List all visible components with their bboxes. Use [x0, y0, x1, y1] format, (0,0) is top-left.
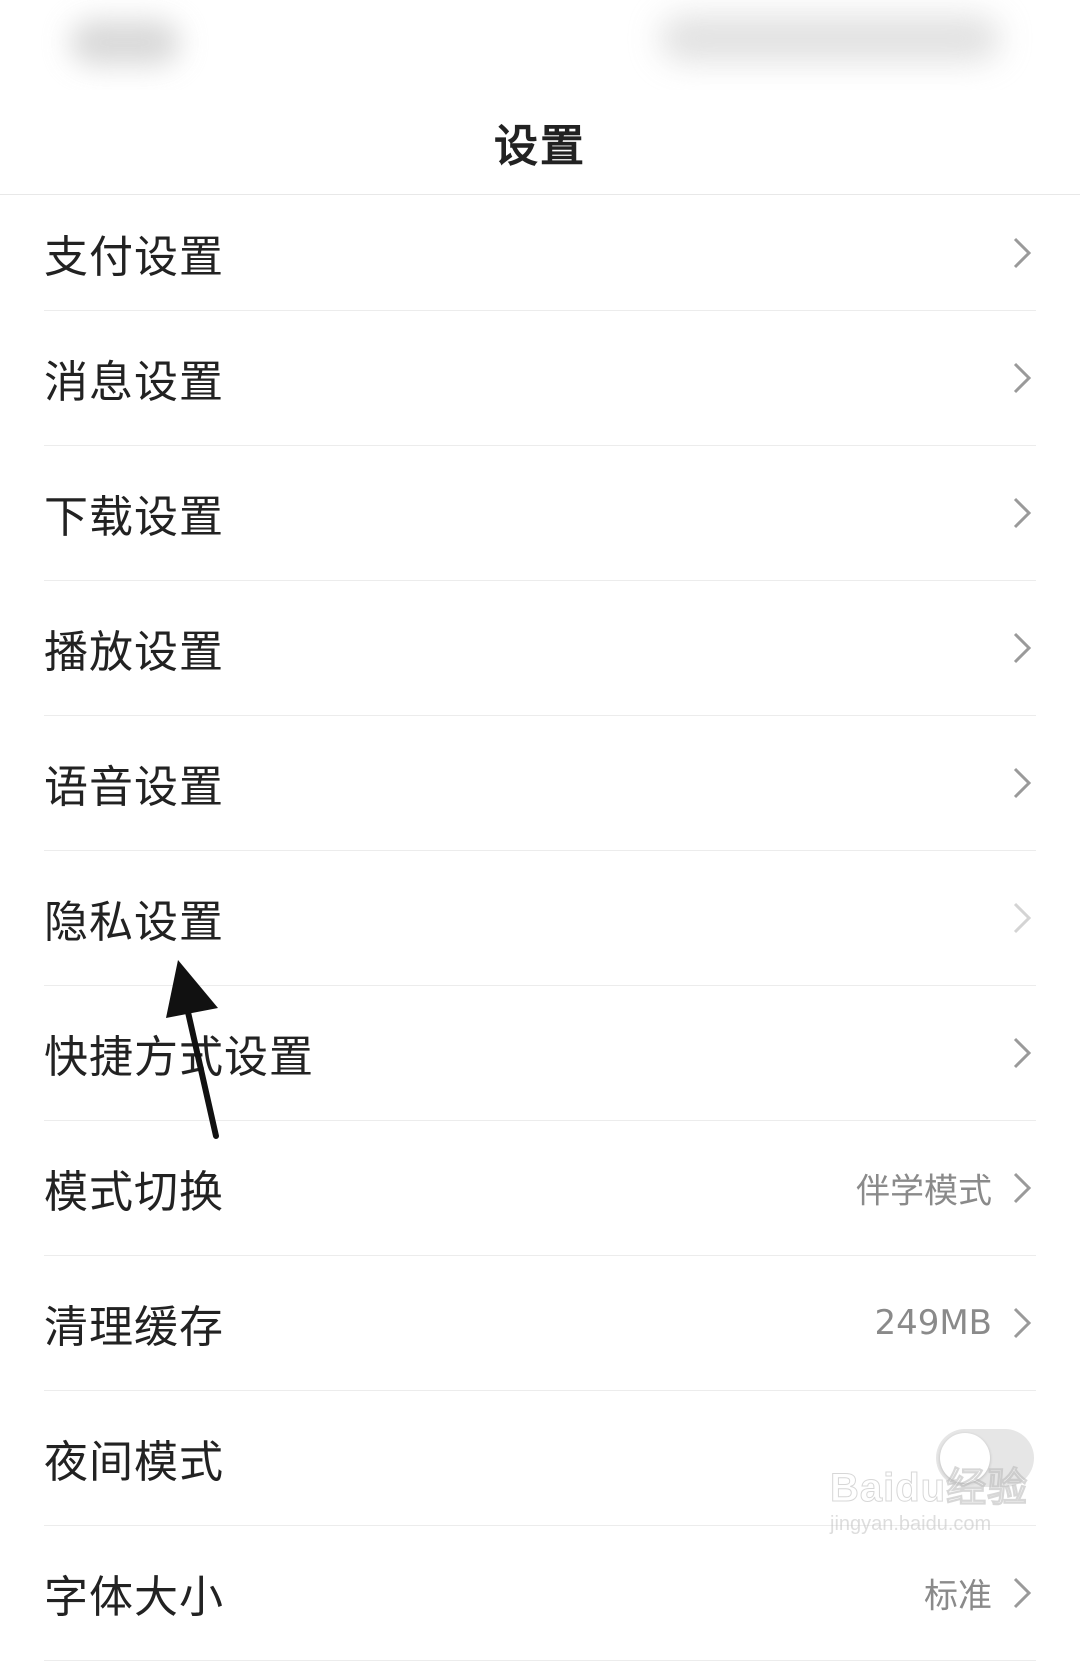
status-time-blurred — [70, 20, 180, 65]
settings-item-download[interactable]: 下载设置 — [44, 446, 1036, 581]
settings-item-label: 消息设置 — [44, 357, 224, 408]
watermark-logo: Baidu经验 — [829, 1466, 1029, 1511]
settings-item-label: 字体大小 — [44, 1572, 224, 1623]
settings-item-label: 清理缓存 — [44, 1302, 224, 1353]
chevron-right-icon — [1012, 361, 1032, 395]
cache-size-value: 249MB — [874, 1303, 992, 1343]
settings-item-label: 隐私设置 — [44, 897, 224, 948]
settings-item-message[interactable]: 消息设置 — [44, 311, 1036, 446]
font-size-value: 标准 — [924, 1576, 992, 1617]
settings-item-label: 模式切换 — [44, 1167, 224, 1218]
settings-item-label: 语音设置 — [44, 762, 224, 813]
settings-item-label: 夜间模式 — [44, 1437, 224, 1488]
chevron-right-icon — [1012, 236, 1032, 270]
settings-item-payment[interactable]: 支付设置 — [44, 195, 1036, 311]
settings-item-voice[interactable]: 语音设置 — [44, 716, 1036, 851]
chevron-right-icon — [1012, 1306, 1032, 1340]
chevron-right-icon — [1012, 1036, 1032, 1070]
settings-item-label: 快捷方式设置 — [44, 1032, 314, 1083]
baidu-jingyan-watermark: Baidu经验 jingyan.baidu.com — [829, 1455, 1060, 1575]
page-title: 设置 — [494, 121, 586, 172]
settings-item-shortcut[interactable]: 快捷方式设置 — [44, 986, 1036, 1121]
settings-list: 支付设置 消息设置 下载设置 播放设置 语音设置 隐私设置 快捷方式设置 模式切… — [0, 195, 1080, 1661]
chevron-right-icon — [1012, 496, 1032, 530]
settings-item-label: 播放设置 — [44, 627, 224, 678]
settings-item-label: 支付设置 — [44, 231, 224, 283]
settings-item-playback[interactable]: 播放设置 — [44, 581, 1036, 716]
settings-item-privacy[interactable]: 隐私设置 — [44, 851, 1036, 986]
chevron-right-icon — [1012, 766, 1032, 800]
chevron-right-icon — [1012, 631, 1032, 665]
chevron-right-icon — [1012, 1171, 1032, 1205]
chevron-right-icon — [1012, 901, 1032, 935]
chevron-right-icon — [1012, 1576, 1032, 1610]
status-bar — [0, 0, 1080, 90]
status-icons-blurred — [660, 16, 1000, 61]
settings-item-mode-switch[interactable]: 模式切换 伴学模式 — [44, 1121, 1036, 1256]
nav-bar: 设置 — [0, 90, 1080, 195]
watermark-site: jingyan.baidu.com — [830, 1513, 992, 1535]
mode-value: 伴学模式 — [856, 1171, 992, 1212]
settings-item-label: 下载设置 — [44, 492, 224, 543]
settings-item-clear-cache[interactable]: 清理缓存 249MB — [44, 1256, 1036, 1391]
